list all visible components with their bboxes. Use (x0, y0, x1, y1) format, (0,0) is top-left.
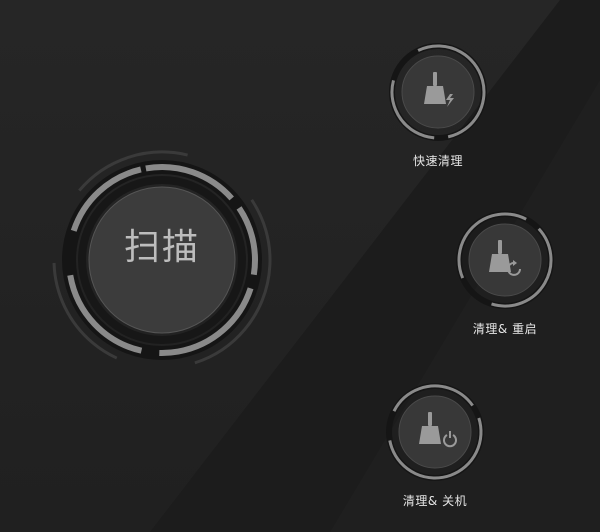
quick-clean-label: 快速清理 (412, 154, 463, 168)
clean-restart-button[interactable] (455, 210, 555, 310)
scan-button-label: 扫描 (123, 227, 200, 268)
clean-restart-ring (456, 211, 554, 309)
clean-shutdown-label: 清理& 关机 (402, 494, 468, 508)
scan-button[interactable] (42, 150, 282, 400)
scan-ring-graphic (52, 150, 272, 370)
quick-clean-button[interactable] (388, 42, 488, 142)
clean-shutdown-ring (386, 383, 484, 481)
clean-shutdown-button[interactable] (385, 382, 485, 482)
cleaner-app-window: 扫描 快速清理 清理& 重启 清理& 关机 (0, 0, 600, 532)
quick-clean-ring (389, 43, 487, 141)
clean-restart-label: 清理& 重启 (472, 322, 538, 336)
